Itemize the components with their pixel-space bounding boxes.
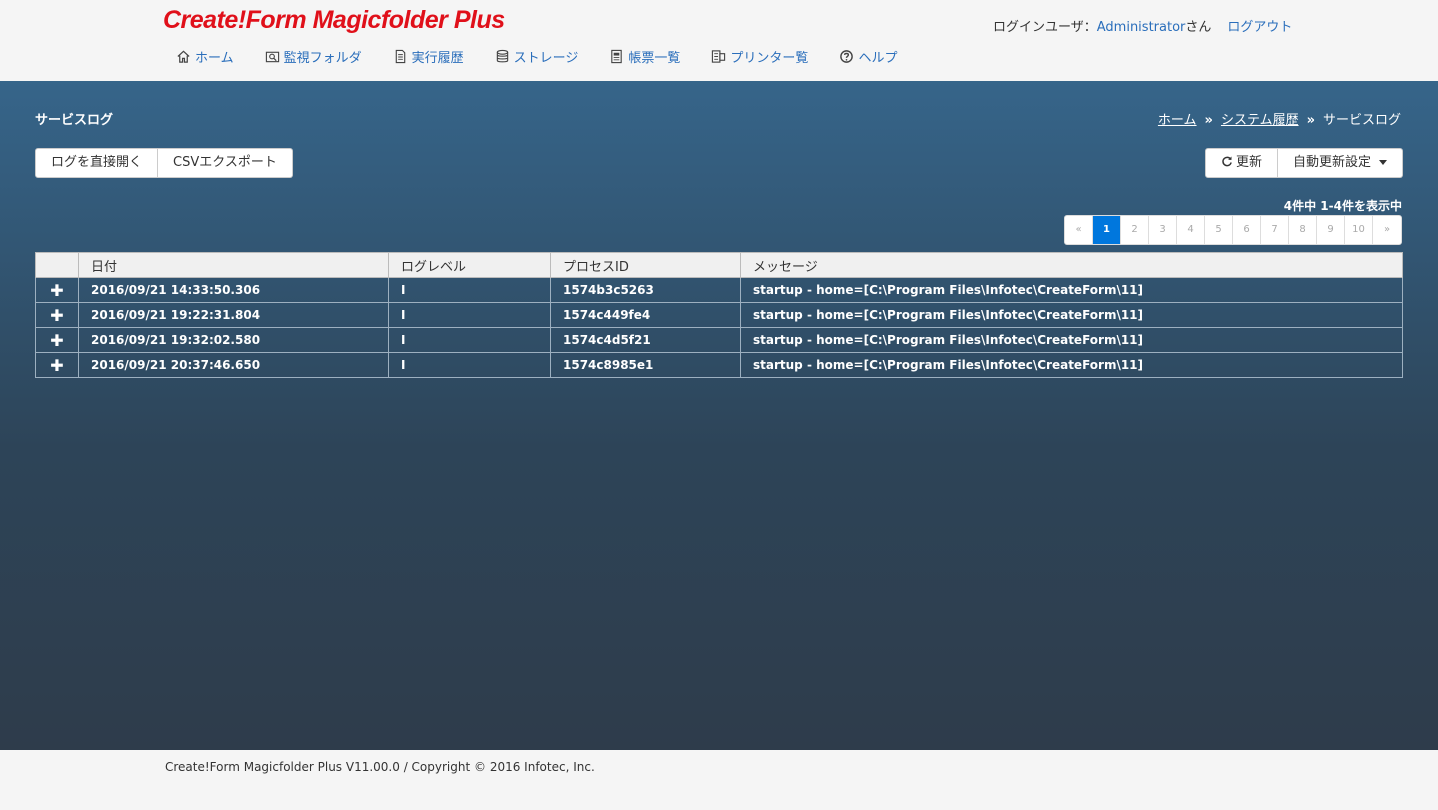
breadcrumb-current: サービスログ — [1322, 113, 1401, 128]
breadcrumb-home[interactable]: ホーム — [1158, 113, 1197, 128]
nav-item-help[interactable]: ヘルプ — [839, 47, 897, 66]
cell-message: startup - home=[C:\Program Files\Infotec… — [740, 277, 1403, 303]
nav-item-printers[interactable]: プリンター覧 — [711, 47, 808, 66]
auto-refresh-dropdown[interactable]: 自動更新設定 — [1277, 148, 1403, 178]
cell-date: 2016/09/21 20:37:46.650 — [78, 352, 389, 378]
main-nav: ホーム 監視フォルダ 実行履歴 ストレージ 帳票一覧 プリンター覧 ヘルプ — [176, 47, 928, 66]
open-log-button[interactable]: ログを直接開く — [35, 148, 159, 178]
auto-refresh-label: 自動更新設定 — [1292, 155, 1371, 170]
cell-process-id: 1574c4d5f21 — [550, 327, 741, 353]
copyright-text: Create!Form Magicfolder Plus V11.00.0 / … — [165, 760, 595, 774]
table-row: ✚ 2016/09/21 19:22:31.804 I 1574c449fe4 star… — [35, 302, 1403, 328]
pagination-page-8[interactable]: 8 — [1289, 216, 1317, 244]
pagination-next[interactable]: » — [1373, 216, 1401, 244]
csv-export-button[interactable]: CSVエクスポート — [158, 148, 293, 178]
cell-log-level: I — [388, 327, 551, 353]
breadcrumb-separator: » — [1204, 113, 1213, 128]
nav-label: ヘルプ — [858, 51, 898, 66]
pagination-page-7[interactable]: 7 — [1261, 216, 1289, 244]
refresh-icon — [1221, 149, 1233, 177]
app-logo[interactable]: Create!Form Magicfolder Plus — [163, 6, 505, 35]
cell-log-level: I — [388, 302, 551, 328]
breadcrumb-separator: » — [1306, 113, 1315, 128]
pagination-page-1[interactable]: 1 — [1093, 216, 1121, 244]
pagination-page-3[interactable]: 3 — [1149, 216, 1177, 244]
cell-date: 2016/09/21 19:22:31.804 — [78, 302, 389, 328]
footer: Create!Form Magicfolder Plus V11.00.0 / … — [0, 750, 1438, 810]
col-log-level[interactable]: ログレベル — [388, 252, 551, 278]
breadcrumb-system-history[interactable]: システム履歴 — [1221, 113, 1299, 128]
table-row: ✚ 2016/09/21 20:37:46.650 I 1574c8985e1 star… — [35, 352, 1403, 378]
cell-date: 2016/09/21 19:32:02.580 — [78, 327, 389, 353]
nav-item-home[interactable]: ホーム — [176, 47, 234, 66]
cell-message: startup - home=[C:\Program Files\Infotec… — [740, 327, 1403, 353]
cell-message: startup - home=[C:\Program Files\Infotec… — [740, 302, 1403, 328]
pagination-page-5[interactable]: 5 — [1205, 216, 1233, 244]
nav-label: ストレージ — [513, 51, 579, 66]
help-icon — [839, 49, 854, 64]
user-info: ログインユーザ：Administratorさん ログアウト — [993, 16, 1292, 35]
pagination-page-10[interactable]: 10 — [1345, 216, 1373, 244]
nav-item-history[interactable]: 実行履歴 — [393, 47, 464, 66]
refresh-label: 更新 — [1235, 155, 1262, 170]
nav-label: ホーム — [195, 51, 234, 66]
log-actions: ログを直接開く CSVエクスポート — [35, 148, 293, 178]
expand-row-button[interactable]: ✚ — [35, 352, 79, 378]
pagination-page-2[interactable]: 2 — [1121, 216, 1149, 244]
nav-item-storage[interactable]: ストレージ — [495, 47, 579, 66]
result-count: 4件中 1-4件を表示中 — [1283, 199, 1402, 213]
refresh-actions: 更新 自動更新設定 — [1204, 148, 1403, 178]
username-link[interactable]: Administrator — [1097, 20, 1186, 35]
nav-label: プリンター覧 — [730, 51, 809, 66]
expand-row-button[interactable]: ✚ — [35, 302, 79, 328]
cell-log-level: I — [388, 277, 551, 303]
cell-process-id: 1574c449fe4 — [550, 302, 741, 328]
pagination-page-4[interactable]: 4 — [1177, 216, 1205, 244]
col-message[interactable]: メッセージ — [740, 252, 1403, 278]
col-date[interactable]: 日付 — [78, 252, 389, 278]
honorific: さん — [1185, 20, 1212, 35]
report-list-icon — [609, 49, 624, 64]
cell-process-id: 1574b3c5263 — [550, 277, 741, 303]
expand-row-button[interactable]: ✚ — [35, 327, 79, 353]
expand-row-button[interactable]: ✚ — [35, 277, 79, 303]
login-user-label: ログインユーザ： — [993, 20, 1097, 35]
nav-item-watch-folder[interactable]: 監視フォルダ — [265, 47, 362, 66]
main-content: サービスログ ホーム » システム履歴 » サービスログ ログを直接開く CSVエクスポ… — [0, 81, 1438, 750]
nav-label: 帳票一覧 — [628, 51, 681, 66]
col-process-id[interactable]: プロセスID — [550, 252, 741, 278]
cell-date: 2016/09/21 14:33:50.306 — [78, 277, 389, 303]
header: Create!Form Magicfolder Plus ログインユーザ：Adm… — [0, 0, 1438, 81]
page-title: サービスログ — [35, 113, 114, 128]
cell-message: startup - home=[C:\Program Files\Infotec… — [740, 352, 1403, 378]
home-icon — [176, 49, 191, 64]
database-icon — [495, 49, 510, 64]
log-table: 日付 ログレベル プロセスID メッセージ ✚ 2016/09/21 14:33:… — [35, 252, 1403, 378]
table-row: ✚ 2016/09/21 14:33:50.306 I 1574b3c5263 star… — [35, 277, 1403, 303]
refresh-button[interactable]: 更新 — [1204, 148, 1278, 178]
cell-log-level: I — [388, 352, 551, 378]
document-icon — [393, 49, 408, 64]
nav-item-reports[interactable]: 帳票一覧 — [609, 47, 680, 66]
caret-down-icon — [1379, 160, 1387, 165]
pagination-page-9[interactable]: 9 — [1317, 216, 1345, 244]
nav-label: 実行履歴 — [411, 51, 464, 66]
col-expand — [35, 252, 79, 278]
folder-search-icon — [265, 49, 280, 64]
pagination: «1 2 3 4 5 6 7 8 9 10» — [1064, 215, 1402, 245]
cell-process-id: 1574c8985e1 — [550, 352, 741, 378]
nav-label: 監視フォルダ — [283, 51, 362, 66]
table-row: ✚ 2016/09/21 19:32:02.580 I 1574c4d5f21 star… — [35, 327, 1403, 353]
table-header-row: 日付 ログレベル プロセスID メッセージ — [35, 252, 1403, 278]
printer-icon — [711, 49, 726, 64]
pagination-page-6[interactable]: 6 — [1233, 216, 1261, 244]
breadcrumb: ホーム » システム履歴 » サービスログ — [1158, 109, 1401, 128]
pagination-prev[interactable]: « — [1065, 216, 1093, 244]
logout-link[interactable]: ログアウト — [1227, 20, 1292, 35]
